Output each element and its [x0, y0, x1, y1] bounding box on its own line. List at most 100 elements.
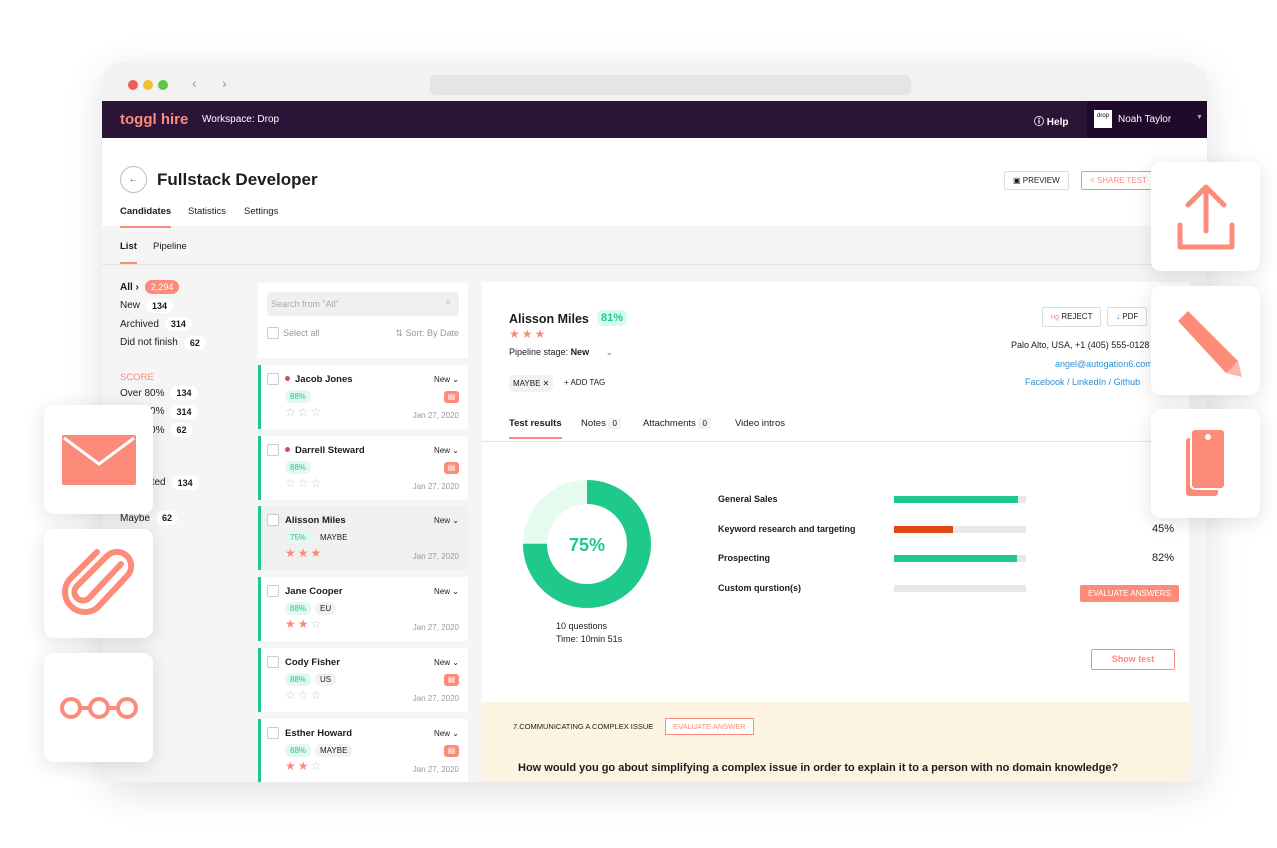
document-icon[interactable]: ▤	[444, 391, 459, 403]
pdf-button[interactable]: ↓ PDF	[1107, 307, 1148, 326]
skill-name: General Sales	[718, 494, 778, 504]
rating-stars[interactable]: ★★☆	[285, 617, 323, 631]
rating-stars[interactable]: ★★☆	[285, 759, 323, 773]
tab-candidates[interactable]: Candidates	[120, 206, 172, 228]
back-button[interactable]: ←	[120, 166, 147, 193]
minimize-dot[interactable]	[143, 80, 153, 90]
stage-dropdown[interactable]: New ⌄	[434, 375, 459, 384]
help-link[interactable]: ⓘ Help	[1034, 113, 1068, 128]
skill-bar	[894, 525, 1026, 533]
back-icon[interactable]: ‹	[192, 75, 197, 91]
url-bar[interactable]	[430, 75, 911, 95]
candidate-date: Jan 27, 2020	[412, 693, 459, 703]
add-tag-button[interactable]: + ADD TAG	[564, 378, 605, 387]
candidate-checkbox[interactable]	[267, 514, 279, 527]
rating-stars[interactable]: ☆☆☆	[285, 688, 323, 702]
score-badge: 81%	[597, 310, 628, 326]
unread-dot	[285, 446, 290, 452]
skill-bar-fill	[894, 496, 1019, 503]
candidate-card[interactable]: Alisson Miles New ⌄ 75% MAYBE ★★★ Jan 27…	[258, 506, 468, 571]
stage-dropdown[interactable]: New ⌄	[434, 658, 459, 667]
donut-label: 75%	[569, 535, 605, 555]
filter-status[interactable]: All › 2,294	[120, 278, 250, 297]
workspace-label[interactable]: Workspace: Drop	[202, 114, 279, 125]
subtab-list[interactable]: List	[120, 241, 137, 264]
skill-bar	[894, 584, 1026, 592]
candidate-name: Alisson Miles	[285, 515, 346, 527]
pipeline-card	[44, 653, 153, 762]
rating-stars[interactable]: ☆☆☆	[285, 476, 323, 490]
count-badge: 134	[170, 386, 198, 401]
tab-statistics[interactable]: Statistics	[188, 206, 226, 217]
avatar: drop	[1094, 110, 1112, 128]
upload-icon	[1177, 184, 1234, 249]
candidate-checkbox[interactable]	[267, 443, 279, 456]
logo[interactable]: toggl hire	[120, 111, 188, 128]
tab-attachments[interactable]: Attachments 0	[643, 418, 711, 429]
github-link[interactable]: Github	[1114, 377, 1141, 387]
rating-stars[interactable]: ☆☆☆	[285, 405, 323, 419]
skill-percent: 82%	[1152, 552, 1175, 564]
select-all-checkbox[interactable]	[267, 327, 279, 339]
candidate-card[interactable]: Cody Fisher New ⌄ 88% US ▤ ☆☆☆ Jan 27, 2…	[258, 647, 468, 712]
stage-dropdown[interactable]: New ⌄	[434, 516, 459, 525]
reject-button[interactable]: 👎︎ REJECT	[1042, 307, 1102, 327]
filter-status[interactable]: New 134	[120, 297, 250, 316]
linkedin-link[interactable]: LinkedIn	[1072, 377, 1106, 387]
close-dot[interactable]	[128, 80, 138, 90]
facebook-link[interactable]: Facebook	[1025, 377, 1065, 387]
tag-chip: US	[315, 672, 337, 686]
email-card	[44, 405, 153, 514]
filter-score[interactable]: Over 80% 134	[120, 384, 250, 403]
rating-stars[interactable]: ★★★	[509, 327, 547, 341]
document-icon[interactable]: ▤	[444, 744, 459, 757]
attachment-card	[44, 529, 153, 638]
evaluate-answer-button[interactable]: EVALUATE ANSWER	[665, 718, 754, 735]
candidate-card[interactable]: Esther Howard New ⌄ 88% MAYBE ▤ ★★☆ Jan …	[258, 718, 468, 782]
candidate-date: Jan 27, 2020	[412, 552, 459, 562]
candidate-checkbox[interactable]	[267, 655, 279, 668]
tab-settings[interactable]: Settings	[244, 206, 278, 217]
sort-button[interactable]: ⇅ Sort: By Date	[395, 328, 459, 339]
stage-dropdown[interactable]: New ⌄	[434, 587, 459, 596]
filter-status[interactable]: Did not finish 62	[120, 334, 250, 353]
sort-icon: ⇅	[395, 328, 406, 338]
document-icon[interactable]: ▤	[444, 461, 459, 474]
pipeline-stage[interactable]: Pipeline stage: New ⌄	[509, 347, 613, 358]
question-title: 7.COMMUNICATING A COMPLEX ISSUE	[513, 722, 654, 731]
candidate-name: Cody Fisher	[285, 656, 340, 668]
share-test-button[interactable]: < SHARE TEST	[1081, 171, 1156, 190]
skill-name: Prospecting	[718, 553, 771, 563]
user-menu[interactable]: drop Noah Taylor ▼	[1087, 101, 1207, 138]
list-toolbar: Search from "All" ⌕ Select all ⇅ Sort: B…	[258, 283, 468, 358]
evaluate-answers-button[interactable]: EVALUATE ANSWERS	[1080, 585, 1179, 602]
stage-dropdown[interactable]: New ⌄	[434, 729, 459, 738]
candidate-card[interactable]: Darrell Steward New ⌄ 88% ▤ ☆☆☆ Jan 27, …	[258, 435, 468, 500]
score-badge: 88%	[285, 460, 312, 474]
email-link[interactable]: angel@autogation6.com	[1055, 359, 1153, 369]
candidate-checkbox[interactable]	[267, 373, 279, 385]
share-icon: <	[1090, 176, 1097, 185]
filter-status[interactable]: Archived 314	[120, 315, 250, 334]
maximize-dot[interactable]	[158, 80, 168, 90]
subtab-pipeline[interactable]: Pipeline	[153, 241, 187, 252]
help-icon: ⓘ	[1034, 117, 1047, 128]
candidate-card[interactable]: Jane Cooper New ⌄ 88% EU ★★☆ Jan 27, 202…	[258, 577, 468, 642]
show-test-button[interactable]: Show test	[1091, 649, 1175, 670]
skill-name: Custom qurstion(s)	[718, 582, 801, 593]
tab-test-results[interactable]: Test results	[509, 418, 562, 439]
paperclip-icon	[61, 548, 134, 615]
unread-dot	[285, 376, 290, 381]
preview-button[interactable]: ▣ PREVIEW	[1004, 171, 1069, 190]
candidate-card[interactable]: Jacob Jones New ⌄ 88% ▤ ☆☆☆ Jan 27, 2020	[258, 365, 468, 429]
stage-dropdown[interactable]: New ⌄	[434, 446, 459, 455]
candidate-checkbox[interactable]	[267, 585, 279, 598]
tab-video-intros[interactable]: Video intros	[735, 418, 785, 429]
candidate-checkbox[interactable]	[267, 726, 279, 739]
search-input[interactable]: Search from "All" ⌕	[267, 292, 459, 316]
tab-notes[interactable]: Notes 0	[581, 418, 621, 429]
forward-icon[interactable]: ›	[222, 75, 227, 91]
rating-stars[interactable]: ★★★	[285, 546, 323, 560]
remove-tag-icon[interactable]: ✕	[543, 379, 550, 388]
document-icon[interactable]: ▤	[444, 673, 459, 686]
